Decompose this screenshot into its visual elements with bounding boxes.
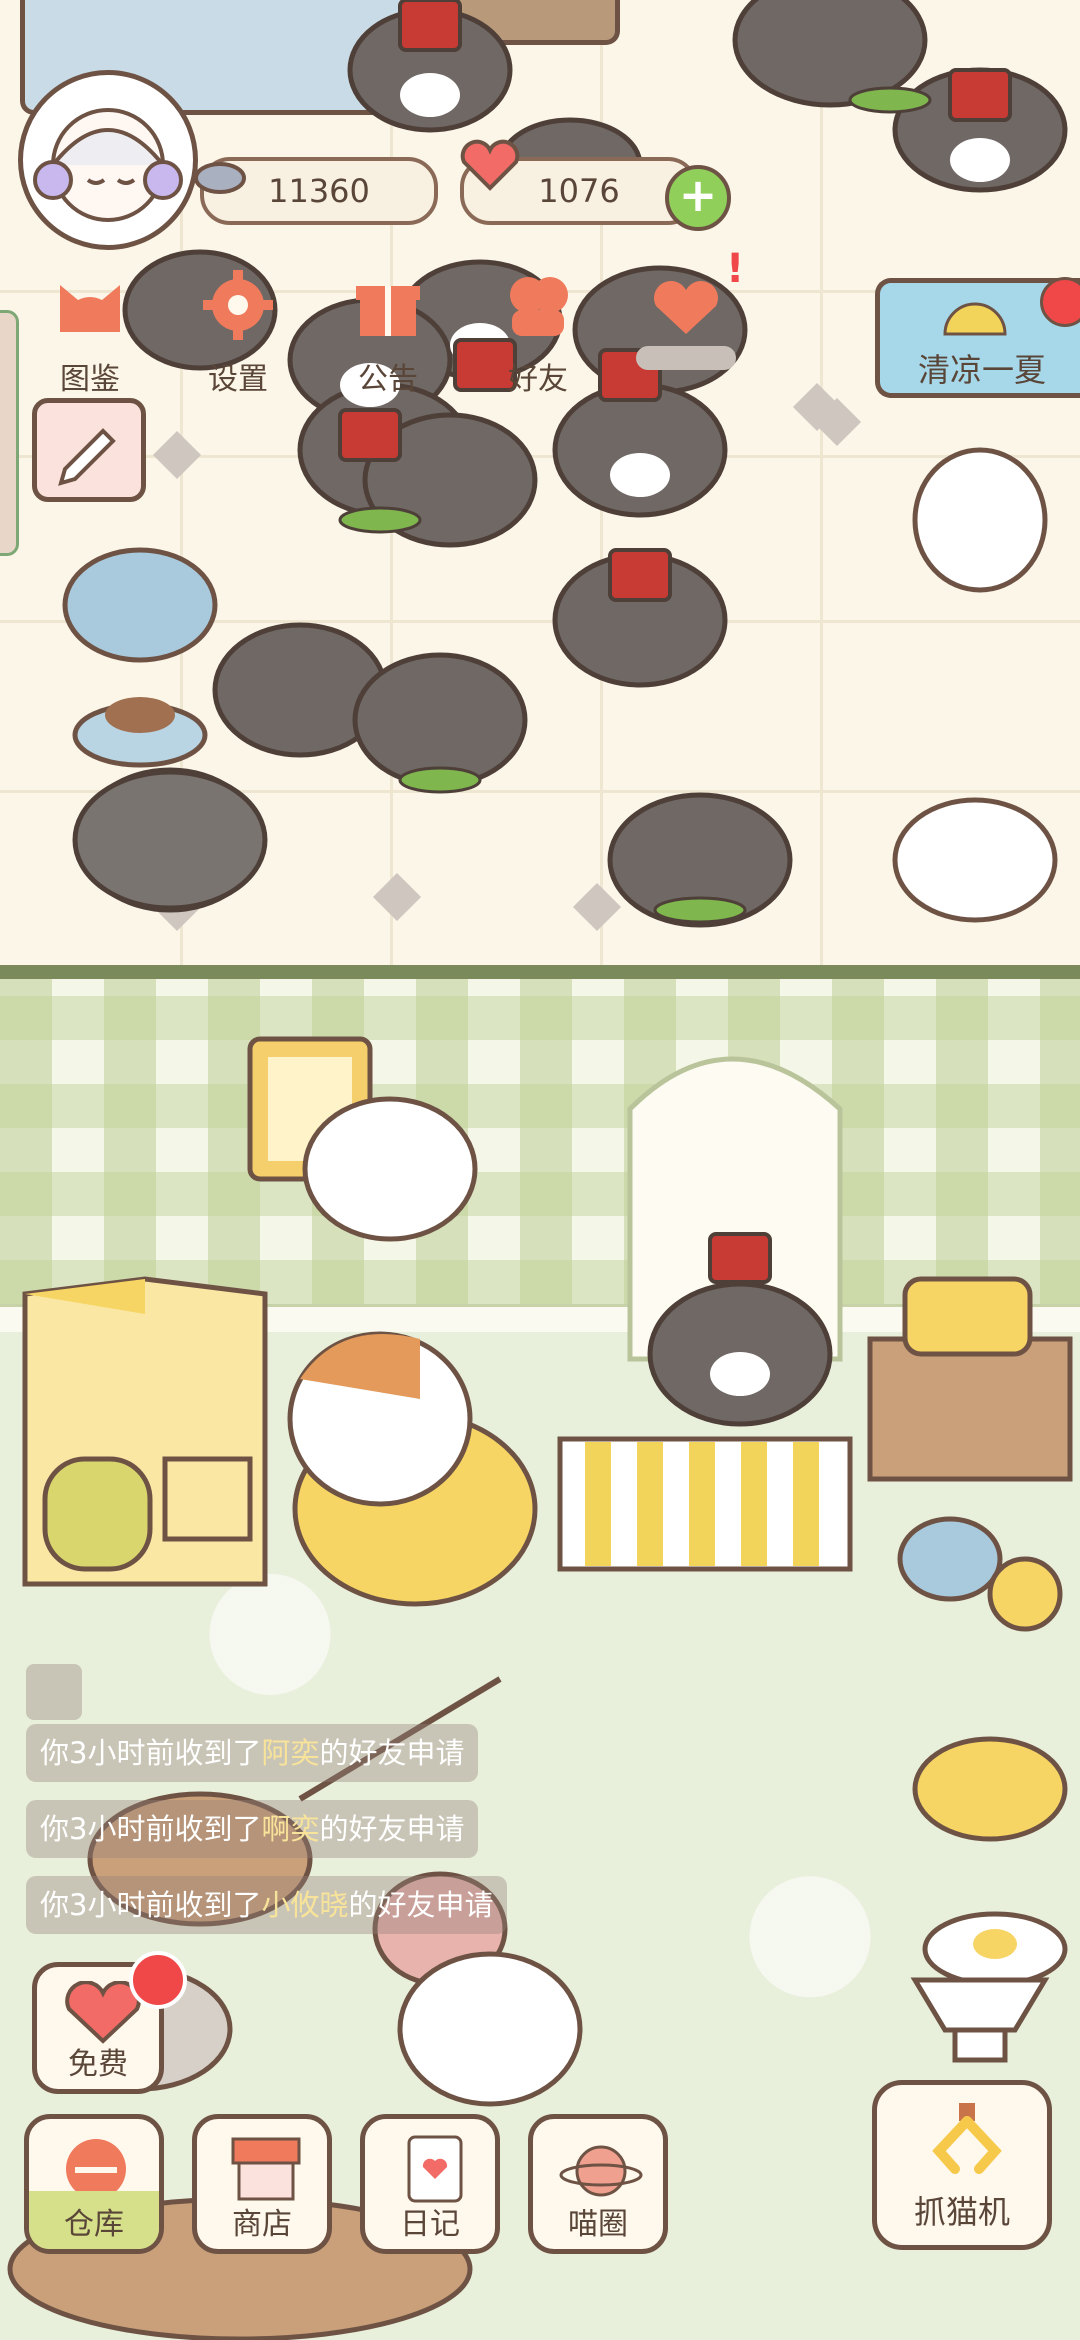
cat-face-icon — [60, 285, 120, 332]
claw-machine-button[interactable]: 抓猫机 — [872, 2080, 1052, 2250]
friends-icon — [510, 277, 568, 336]
nav-shop-label: 商店 — [232, 2207, 292, 2242]
notification-exclamation: ! — [726, 246, 745, 292]
nav-warehouse[interactable]: 仓库 — [24, 2114, 164, 2254]
event-banner-label: 清凉一夏 — [918, 351, 1047, 389]
heart-message-icon — [654, 281, 718, 334]
claw-icon — [932, 2103, 1002, 2174]
gear-icon — [203, 270, 273, 340]
claw-machine-top-icon — [910, 1977, 1050, 2063]
nav-meow-circle[interactable]: 喵圈 — [528, 2114, 668, 2254]
avatar[interactable] — [18, 70, 198, 250]
gift-icon — [356, 286, 420, 336]
add-hearts-button[interactable]: + — [665, 165, 731, 231]
chat-message: 你3小时前收到了小攸晓的好友申请 — [26, 1876, 508, 1934]
coin-amount: 11360 — [268, 172, 370, 210]
side-tab[interactable] — [0, 310, 19, 556]
nav-shop[interactable]: 商店 — [192, 2114, 332, 2254]
claw-machine-label: 抓猫机 — [913, 2193, 1010, 2231]
edit-button[interactable] — [32, 398, 146, 502]
claw-machine-stand — [905, 1960, 1055, 2070]
nav-diary-label: 日记 — [400, 2207, 460, 2242]
menu-gallery[interactable]: 图鉴 — [30, 270, 150, 400]
menu-settings[interactable]: 设置 — [178, 270, 298, 400]
heart-amount: 1076 — [538, 172, 620, 210]
menu-gallery-label: 图鉴 — [60, 362, 120, 397]
menu-announcement[interactable]: 公告 — [328, 270, 448, 400]
nav-meow-circle-label: 喵圈 — [568, 2207, 628, 2242]
diary-icon — [407, 2135, 463, 2203]
menu-friends[interactable]: 好友 — [478, 270, 598, 400]
free-gift-button[interactable]: 免费 — [32, 1951, 187, 2094]
menu-settings-label: 设置 — [208, 362, 268, 397]
chat-collapse-toggle[interactable] — [26, 1664, 82, 1720]
chat-friend-name[interactable]: 啊奕 — [261, 1812, 319, 1846]
chat-message: 你3小时前收到了阿奕的好友申请 — [26, 1724, 479, 1782]
room-divider — [0, 965, 1080, 979]
pencil-icon — [58, 428, 116, 486]
avatar-girl-icon — [33, 108, 183, 222]
nav-warehouse-label: 仓库 — [64, 2207, 124, 2242]
message-progress-bar — [636, 346, 736, 370]
fish-coin-icon — [190, 148, 250, 208]
chat-friend-name[interactable]: 阿奕 — [261, 1736, 319, 1770]
planet-icon — [559, 2145, 643, 2197]
chat-friend-name[interactable]: 小攸晓 — [261, 1888, 348, 1922]
menu-friends-label: 好友 — [508, 362, 568, 397]
event-badge — [1040, 277, 1080, 327]
heart-icon — [458, 138, 522, 192]
menu-messages[interactable]: ! — [628, 246, 748, 400]
event-banner[interactable]: 清凉一夏 — [875, 277, 1080, 398]
shop-icon — [231, 2137, 301, 2201]
menu-announcement-label: 公告 — [358, 362, 418, 397]
free-gift-label: 免费 — [68, 2047, 128, 2082]
watermelon-icon — [943, 302, 1007, 336]
notification-dot — [129, 1951, 187, 2009]
plus-icon: + — [678, 168, 718, 222]
chat-message: 你3小时前收到了啊奕的好友申请 — [26, 1800, 479, 1858]
nav-diary[interactable]: 日记 — [360, 2114, 500, 2254]
